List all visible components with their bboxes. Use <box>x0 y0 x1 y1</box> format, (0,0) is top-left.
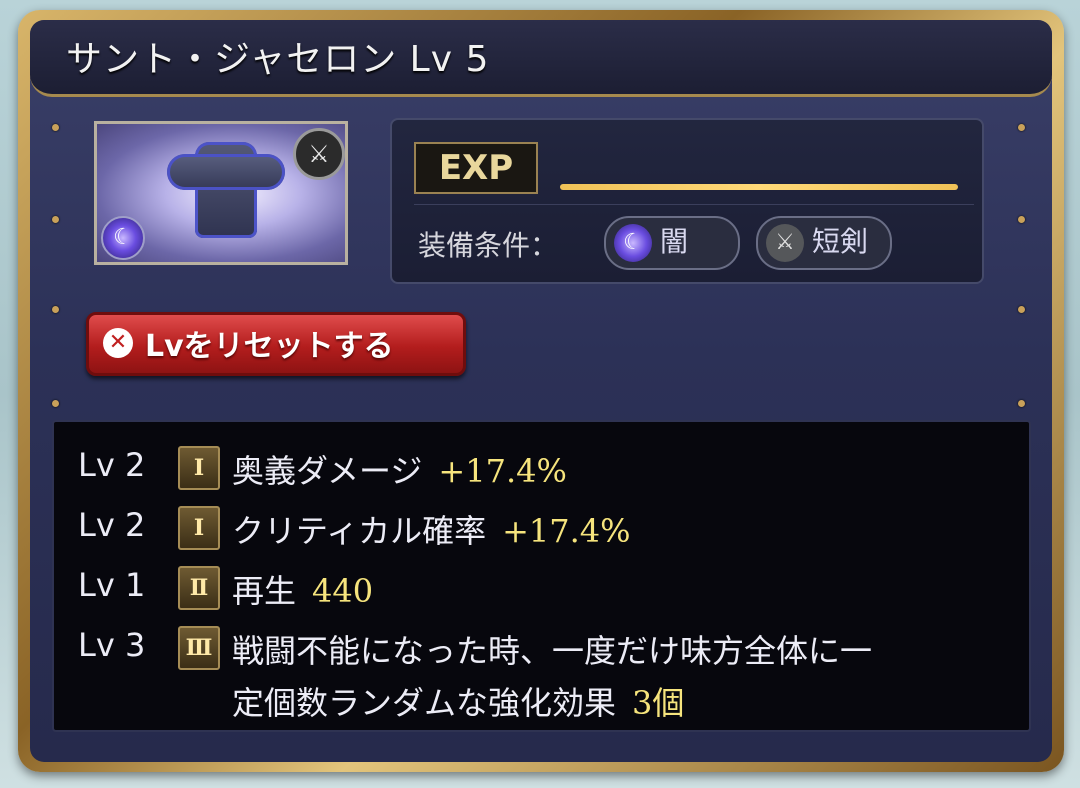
skill-description: 戦闘不能になった時、一度だけ味方全体に一 <box>232 632 873 670</box>
skill-name-line2: 定個数ランダムな強化効果 <box>232 684 617 722</box>
item-title: サント・ジャセロン Lv 5 <box>66 39 490 80</box>
skill-description: 奥義ダメージ +17.4% <box>232 446 567 492</box>
skill-description: クリティカル確率 +17.4% <box>232 506 631 552</box>
skill-value: +17.4% <box>438 452 567 490</box>
skill-rank-badge: Ⅰ <box>178 446 220 490</box>
reset-level-button[interactable]: ✕ Lvをリセットする <box>86 312 466 376</box>
requirement-weapon-badge: ⚔ 短剣 <box>756 216 892 270</box>
skill-rank-badge: Ⅲ <box>178 626 220 670</box>
dark-element-icon: ☾ <box>614 224 652 262</box>
skill-value: +17.4% <box>502 512 631 550</box>
skill-name: クリティカル確率 <box>232 512 487 550</box>
rivet-decoration <box>52 306 59 313</box>
dagger-icon: ⚔ <box>293 128 345 180</box>
skill-level: Lv 2 <box>78 506 146 544</box>
requirement-element-badge: ☾ 闇 <box>604 216 740 270</box>
item-info-box: EXP 装備条件： ☾ 闇 ⚔ 短剣 <box>390 118 984 284</box>
rivet-decoration <box>1018 400 1025 407</box>
exp-label: EXP <box>414 142 538 194</box>
skill-rank-badge: Ⅰ <box>178 506 220 550</box>
rivet-decoration <box>52 124 59 131</box>
skill-value: 440 <box>312 572 374 610</box>
item-portrait[interactable]: ☾ ⚔ <box>94 121 348 265</box>
rivet-decoration <box>1018 124 1025 131</box>
skill-level: Lv 3 <box>78 626 146 664</box>
requirement-element-label: 闇 <box>660 225 689 258</box>
divider <box>414 204 974 205</box>
reset-level-label: Lvをリセットする <box>145 329 394 364</box>
skill-level: Lv 1 <box>78 566 146 604</box>
skill-description-cont: 定個数ランダムな強化効果 3個 <box>232 678 684 724</box>
skill-level: Lv 2 <box>78 446 146 484</box>
rivet-decoration <box>1018 216 1025 223</box>
armor-image <box>167 142 285 238</box>
dagger-icon: ⚔ <box>766 224 804 262</box>
skill-description: 再生 440 <box>232 566 373 612</box>
close-icon: ✕ <box>103 328 133 358</box>
skill-rank-badge: Ⅱ <box>178 566 220 610</box>
skill-name: 奥義ダメージ <box>232 452 423 490</box>
exp-progress-bar <box>560 184 958 190</box>
rivet-decoration <box>52 216 59 223</box>
skill-name: 再生 <box>232 572 297 610</box>
dark-element-icon: ☾ <box>101 216 145 260</box>
item-detail-panel: サント・ジャセロン Lv 5 ☾ ⚔ EXP 装備条件： ☾ 闇 ⚔ 短剣 ✕ … <box>30 20 1052 762</box>
rivet-decoration <box>52 400 59 407</box>
requirements-label: 装備条件： <box>418 229 559 262</box>
skill-value: 3個 <box>632 684 685 722</box>
skill-list: Lv 2 Ⅰ 奥義ダメージ +17.4% Lv 2 Ⅰ クリティカル確率 +17.4… <box>52 420 1031 732</box>
rivet-decoration <box>1018 306 1025 313</box>
requirement-weapon-label: 短剣 <box>812 225 869 258</box>
title-bar: サント・ジャセロン Lv 5 <box>30 20 1052 97</box>
